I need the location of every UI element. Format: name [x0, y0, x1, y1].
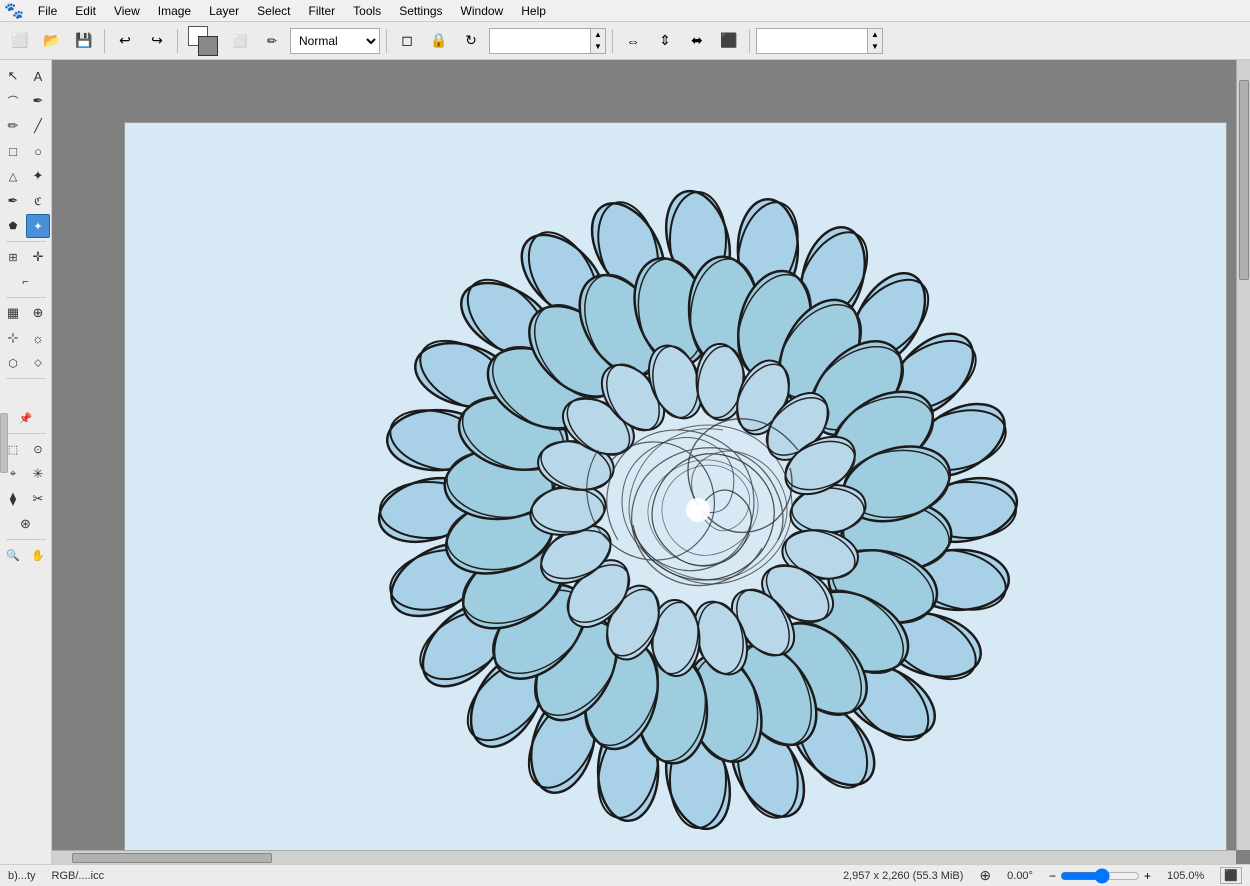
- gradient-tool[interactable]: ▦: [1, 301, 25, 325]
- toolbox: ↖ A ⌒ ✒ ✏ ╱ □ ○ △ ✦ ✒ ℭ ⬟ ✦ ⊞ ✛: [0, 60, 52, 864]
- scissors-tool[interactable]: ✂: [26, 487, 50, 511]
- menu-tools[interactable]: Tools: [345, 2, 389, 20]
- heal-tool[interactable]: ⊹: [1, 326, 25, 350]
- menu-view[interactable]: View: [106, 2, 148, 20]
- ellipse-sel-tool[interactable]: ⊙: [26, 437, 50, 461]
- calli-tool[interactable]: ℭ: [26, 189, 50, 213]
- dimensions-label: 2,957 x 2,260 (55.3 MiB): [843, 870, 963, 882]
- undo-button[interactable]: ↩: [111, 27, 139, 55]
- colorspace-label: RGB/....icc: [52, 870, 105, 882]
- redo-button[interactable]: ↪: [143, 27, 171, 55]
- pointer-tool[interactable]: ↖: [1, 64, 25, 88]
- flip-v-button[interactable]: ⇕: [651, 27, 679, 55]
- path-tool[interactable]: ✒: [1, 189, 25, 213]
- fuzzy-sel-tool[interactable]: ✳: [26, 462, 50, 486]
- menu-image[interactable]: Image: [150, 2, 199, 20]
- bg-color-swatch[interactable]: [198, 36, 218, 56]
- expand-button[interactable]: ⬛: [715, 27, 743, 55]
- vscroll-thumb[interactable]: [1239, 80, 1249, 280]
- crop-tool[interactable]: ⌐: [14, 270, 38, 294]
- save-button[interactable]: 💾: [70, 27, 98, 55]
- size-spinbox: Size: 40.00 px ▲ ▼: [756, 28, 883, 54]
- open-button[interactable]: 📂: [38, 27, 66, 55]
- measure-tool[interactable]: ⬡: [1, 351, 25, 375]
- zoom-controls: − +: [1049, 868, 1151, 884]
- wrap-button[interactable]: ⬌: [683, 27, 711, 55]
- fg-sel-tool[interactable]: ⊛: [14, 512, 38, 536]
- align-tool[interactable]: ⬦: [26, 351, 50, 375]
- tri-tool[interactable]: △: [1, 164, 25, 188]
- brush-mode-pencil[interactable]: ✏: [258, 27, 286, 55]
- size-down[interactable]: ▼: [868, 41, 882, 53]
- rect-tool[interactable]: □: [1, 139, 25, 163]
- erase-button[interactable]: ◻: [393, 27, 421, 55]
- color-sel-tool[interactable]: ⧫: [1, 487, 25, 511]
- crosshair-icon: ⊕: [979, 867, 991, 884]
- menu-settings[interactable]: Settings: [391, 2, 450, 20]
- color-area: [188, 26, 218, 56]
- size-up[interactable]: ▲: [868, 29, 882, 41]
- pencil-tool[interactable]: ✏: [1, 114, 25, 138]
- menu-layer[interactable]: Layer: [201, 2, 247, 20]
- menu-edit[interactable]: Edit: [67, 2, 104, 20]
- opacity-up[interactable]: ▲: [591, 29, 605, 41]
- eyedropper-tool[interactable]: ✒: [26, 89, 50, 113]
- toolbar: ⬜ 📂 💾 ↩ ↪ ⬜ ✏ Normal Dissolve Multiply S…: [0, 22, 1250, 60]
- menu-filter[interactable]: Filter: [301, 2, 344, 20]
- statusbar: b)...ty RGB/....icc 2,957 x 2,260 (55.3 …: [0, 864, 1250, 886]
- horizontal-scrollbar[interactable]: [52, 850, 1236, 864]
- opacity-input[interactable]: Opacity: 100%: [490, 29, 590, 53]
- ellipse-tool[interactable]: ○: [26, 139, 50, 163]
- zoom-in-button[interactable]: +: [1144, 869, 1151, 883]
- menubar: 🐾 File Edit View Image Layer Select Filt…: [0, 0, 1250, 22]
- hand-tool[interactable]: ✋: [26, 543, 50, 567]
- new-button[interactable]: ⬜: [6, 27, 34, 55]
- zoom-tool[interactable]: 🔍: [1, 543, 25, 567]
- blend-mode-select[interactable]: Normal Dissolve Multiply Screen Overlay: [290, 28, 380, 54]
- canvas: [124, 122, 1227, 864]
- menu-select[interactable]: Select: [249, 2, 298, 20]
- fullscreen-button[interactable]: ⬛: [1220, 867, 1242, 884]
- transform-tool[interactable]: ⊞: [1, 245, 25, 269]
- text-tool[interactable]: A: [26, 64, 50, 88]
- zoom-slider[interactable]: [1060, 868, 1140, 884]
- ink-tool[interactable]: ✦: [26, 214, 50, 238]
- vertical-scrollbar[interactable]: [1236, 60, 1250, 850]
- star-tool[interactable]: ✦: [26, 164, 50, 188]
- refresh-button[interactable]: ↻: [457, 27, 485, 55]
- hscroll-thumb[interactable]: [72, 853, 272, 863]
- rotation-label: 0.00°: [1007, 870, 1033, 882]
- main-area: ↖ A ⌒ ✒ ✏ ╱ □ ○ △ ✦ ✒ ℭ ⬟ ✦ ⊞ ✛: [0, 60, 1250, 864]
- opacity-down[interactable]: ▼: [591, 41, 605, 53]
- menu-help[interactable]: Help: [513, 2, 554, 20]
- path-edit-tool[interactable]: ⬟: [1, 214, 25, 238]
- move-tool[interactable]: ✛: [26, 245, 50, 269]
- dodge-tool[interactable]: ☼: [26, 326, 50, 350]
- menu-window[interactable]: Window: [453, 2, 512, 20]
- opacity-lock-button[interactable]: 🔒: [425, 27, 453, 55]
- brush-mode-normal[interactable]: ⬜: [226, 27, 254, 55]
- zoom-out-button[interactable]: −: [1049, 869, 1056, 883]
- line-tool[interactable]: ╱: [26, 114, 50, 138]
- flip-h-button[interactable]: ⇔: [619, 27, 647, 55]
- menu-file[interactable]: File: [30, 2, 65, 20]
- zoom-label: 105.0%: [1167, 870, 1204, 882]
- app-icon: 🐾: [4, 1, 24, 21]
- filename-label: b)...ty: [8, 870, 36, 882]
- opacity-spinbox: Opacity: 100% ▲ ▼: [489, 28, 606, 54]
- mandala-image: [338, 150, 1058, 865]
- pin-tool[interactable]: 📌: [14, 406, 38, 430]
- toolbox-resize-handle[interactable]: [0, 413, 8, 473]
- size-input[interactable]: Size: 40.00 px: [757, 29, 867, 53]
- lasso-tool[interactable]: ⌒: [1, 89, 25, 113]
- canvas-area[interactable]: [52, 60, 1250, 864]
- sample-tool[interactable]: ⊕: [26, 301, 50, 325]
